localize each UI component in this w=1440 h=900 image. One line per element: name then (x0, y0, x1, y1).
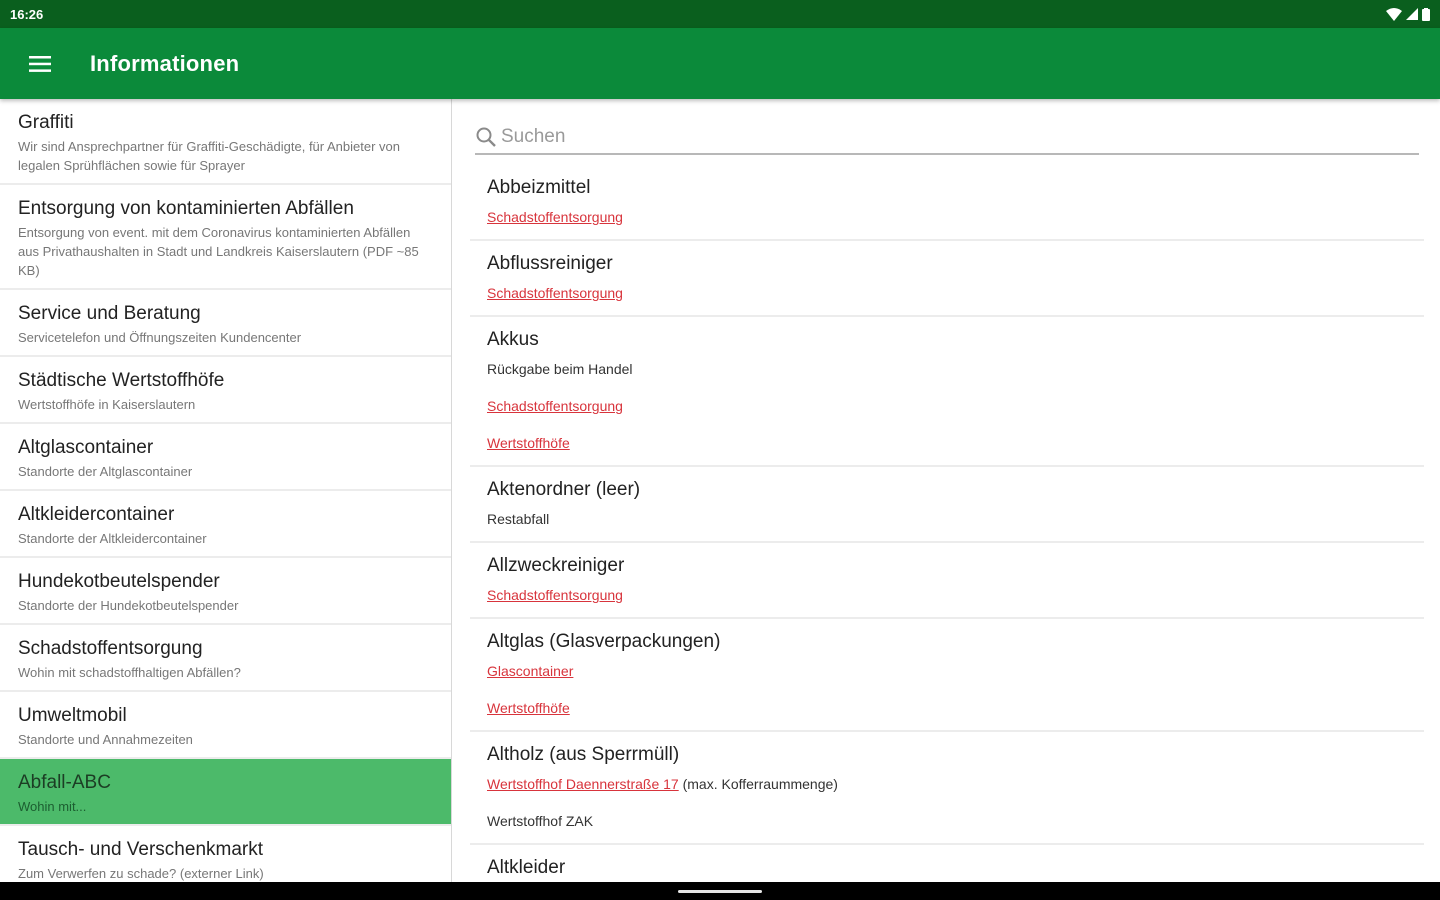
wifi-icon (1386, 7, 1402, 21)
list-item-title: Altglas (Glasverpackungen) (487, 631, 721, 652)
wertstoffhof-daennerstrasse-link[interactable]: Wertstoffhof Daennerstraße 17 (487, 776, 679, 792)
list-item: Allzweckreiniger Schadstoffentsorgung (470, 543, 1424, 619)
sidebar-item-subtitle: Wohin mit schadstoffhaltigen Abfällen? (18, 665, 241, 680)
list-item: Akkus Rückgabe beim Handel Schadstoffent… (470, 317, 1424, 467)
list-item-text: Rückgabe beim Handel (487, 361, 633, 377)
list-item-title: Aktenordner (leer) (487, 479, 641, 500)
list-item-title: Akkus (487, 329, 539, 350)
sidebar-item-service-beratung[interactable]: Service und Beratung Servicetelefon und … (0, 290, 451, 355)
abfall-abc-panel: Suchen Abbeizmittel Schadstoffentsorgung… (453, 99, 1440, 882)
sidebar-item-title: Umweltmobil (18, 705, 127, 726)
sidebar-item-umweltmobil[interactable]: Umweltmobil Standorte und Annahmezeiten (0, 692, 451, 757)
status-time: 16:26 (10, 6, 44, 22)
sidebar-item-subtitle: Wertstoffhöfe in Kaiserslautern (18, 397, 196, 412)
glascontainer-link[interactable]: Glascontainer (487, 663, 573, 679)
list-item-title: Allzweckreiniger (487, 555, 625, 576)
abfall-list: Abbeizmittel Schadstoffentsorgung Abflus… (470, 165, 1424, 882)
sidebar-item-title: Altkleidercontainer (18, 504, 175, 525)
sidebar-item-altkleidercontainer[interactable]: Altkleidercontainer Standorte der Altkle… (0, 491, 451, 556)
sidebar-item-schadstoffentsorgung[interactable]: Schadstoffentsorgung Wohin mit schadstof… (0, 625, 451, 690)
sidebar-item-wertstoffhoefe[interactable]: Städtische Wertstoffhöfe Wertstoffhöfe i… (0, 357, 451, 422)
list-item-title: Altkleider (487, 857, 566, 878)
hamburger-menu-icon[interactable] (0, 28, 80, 99)
status-bar: 16:26 (0, 0, 1440, 28)
wertstoffhoefe-link[interactable]: Wertstoffhöfe (487, 435, 570, 451)
sidebar-item-title: Abfall-ABC (18, 772, 111, 793)
sidebar-item-subtitle: Wir sind Ansprechpartner für Graffiti-Ge… (18, 139, 400, 173)
list-item: Altkleider (470, 845, 1424, 882)
sidebar-item-subtitle: Standorte der Altkleidercontainer (18, 531, 207, 546)
sidebar-item-subtitle: Standorte der Hundekotbeutelspender (18, 598, 239, 613)
sidebar-item-subtitle: Servicetelefon und Öffnungszeiten Kunden… (18, 330, 302, 345)
sidebar-item-title: Service und Beratung (18, 303, 201, 324)
search-input[interactable]: Suchen (475, 121, 1419, 155)
sidebar-item-graffiti[interactable]: Graffiti Wir sind Ansprechpartner für Gr… (0, 99, 451, 183)
cell-signal-icon (1406, 8, 1418, 20)
navigation-bar (0, 882, 1440, 900)
search-icon (476, 127, 496, 147)
list-item-note: (max. Kofferraummenge) (678, 776, 838, 792)
sidebar-item-title: Schadstoffentsorgung (18, 638, 203, 659)
list-item: Abflussreiniger Schadstoffentsorgung (470, 241, 1424, 317)
schadstoffentsorgung-link[interactable]: Schadstoffentsorgung (487, 587, 623, 603)
page-title: Informationen (90, 50, 240, 76)
sidebar-item-subtitle: Zum Verwerfen zu schade? (externer Link) (18, 866, 264, 881)
list-item: Altglas (Glasverpackungen) Glascontainer… (470, 619, 1424, 732)
list-item-title: Abbeizmittel (487, 177, 591, 198)
sidebar-item-altglascontainer[interactable]: Altglascontainer Standorte der Altglasco… (0, 424, 451, 489)
sidebar-item-title: Graffiti (18, 112, 74, 133)
list-item-title: Abflussreiniger (487, 253, 613, 274)
schadstoffentsorgung-link[interactable]: Schadstoffentsorgung (487, 209, 623, 225)
sidebar-item-abfall-abc[interactable]: Abfall-ABC Wohin mit... (0, 759, 451, 824)
search-placeholder: Suchen (501, 126, 566, 147)
sidebar-item-title: Altglascontainer (18, 437, 154, 458)
sidebar-item-tauschmarkt[interactable]: Tausch- und Verschenkmarkt Zum Verwerfen… (0, 826, 451, 882)
sidebar-item-subtitle: Wohin mit... (18, 799, 87, 814)
sidebar-item-subtitle: Standorte der Altglascontainer (18, 464, 193, 479)
sidebar-item-title: Tausch- und Verschenkmarkt (18, 839, 264, 860)
sidebar-item-title: Hundekotbeutelspender (18, 571, 220, 592)
list-item-title: Altholz (aus Sperrmüll) (487, 744, 680, 765)
home-handle[interactable] (678, 890, 762, 893)
list-item: Aktenordner (leer) Restabfall (470, 467, 1424, 543)
sidebar-item-subtitle: Standorte und Annahmezeiten (18, 732, 193, 747)
schadstoffentsorgung-link[interactable]: Schadstoffentsorgung (487, 398, 623, 414)
sidebar-item-kontaminierte-abfaelle[interactable]: Entsorgung von kontaminierten Abfällen E… (0, 185, 451, 288)
sidebar-item-hundekotbeutelspender[interactable]: Hundekotbeutelspender Standorte der Hund… (0, 558, 451, 623)
status-icons (1386, 7, 1430, 21)
wertstoffhoefe-link[interactable]: Wertstoffhöfe (487, 700, 570, 716)
app-bar: Informationen (0, 28, 1440, 99)
list-item-text: Wertstoffhof ZAK (487, 813, 594, 829)
list-item-text: Restabfall (487, 511, 550, 527)
schadstoffentsorgung-link[interactable]: Schadstoffentsorgung (487, 285, 623, 301)
sidebar-item-subtitle: Entsorgung von event. mit dem Coronaviru… (18, 225, 419, 278)
battery-icon (1422, 7, 1430, 21)
sidebar: Graffiti Wir sind Ansprechpartner für Gr… (0, 99, 452, 882)
sidebar-item-title: Entsorgung von kontaminierten Abfällen (18, 198, 354, 219)
list-item: Altholz (aus Sperrmüll) Wertstoffhof Dae… (470, 732, 1424, 845)
list-item: Abbeizmittel Schadstoffentsorgung (470, 165, 1424, 241)
sidebar-item-title: Städtische Wertstoffhöfe (18, 370, 225, 391)
